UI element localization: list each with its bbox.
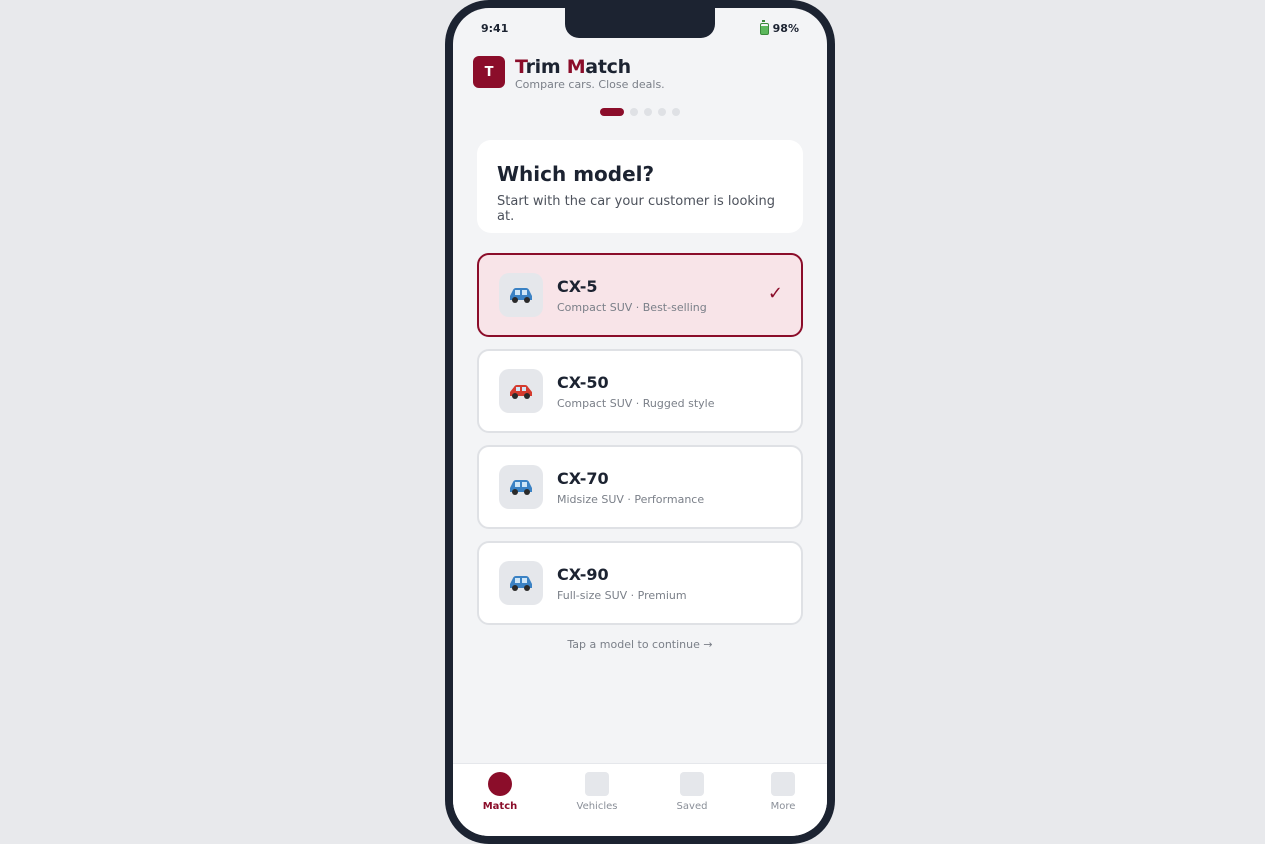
checkmark-icon: ✓ (767, 283, 783, 304)
model-option-cx-50[interactable]: CX-50 Compact SUV · Rugged style (477, 349, 803, 433)
brand-name-rest-1: rim (525, 56, 567, 78)
status-battery: 98% (759, 19, 799, 35)
question-title: Which model? (497, 162, 655, 186)
blue-car-icon (510, 288, 532, 303)
brand-name-accent-1: T (515, 56, 526, 78)
model-name: CX-70 (557, 469, 609, 488)
bottom-tab-bar: Match Vehicles Saved More (453, 763, 827, 836)
blue-car-icon (510, 576, 532, 591)
model-icon-box (499, 273, 543, 317)
tab-label: Vehicles (576, 801, 618, 812)
battery-icon (759, 19, 769, 35)
tab-saved[interactable]: Saved (662, 772, 722, 812)
step-dot (644, 108, 652, 116)
tab-match[interactable]: Match (470, 772, 530, 812)
battery-percent: 98% (772, 22, 799, 35)
model-option-cx-5[interactable]: CX-5 Compact SUV · Best-selling ✓ (477, 253, 803, 337)
model-description: Midsize SUV · Performance (557, 493, 705, 506)
tab-more[interactable]: More (753, 772, 813, 812)
brand-logo: T (473, 56, 505, 88)
saved-icon (680, 772, 704, 796)
model-icon-box (499, 465, 543, 509)
model-description: Compact SUV · Best-selling (557, 301, 707, 314)
tab-vehicles[interactable]: Vehicles (567, 772, 627, 812)
question-subtitle: Start with the car your customer is look… (497, 194, 776, 224)
model-name: CX-50 (557, 373, 609, 392)
blue-car-icon (510, 480, 532, 495)
red-car-icon (510, 385, 532, 399)
app-screen: 9:41 98% T Trim Match Compare cars. Clos… (453, 8, 827, 836)
step-dot-active (600, 108, 624, 116)
model-description: Full-size SUV · Premium (557, 589, 687, 602)
brand-name-rest-2: atch (585, 56, 631, 78)
phone-frame: 9:41 98% T Trim Match Compare cars. Clos… (445, 0, 835, 844)
step-dot (672, 108, 680, 116)
vehicles-icon (585, 772, 609, 796)
continue-hint: Tap a model to continue → (567, 638, 713, 651)
match-icon (488, 772, 512, 796)
tab-label: Match (482, 801, 518, 812)
question-card: Which model? Start with the car your cus… (477, 140, 803, 233)
model-name: CX-5 (557, 277, 598, 296)
step-dot (658, 108, 666, 116)
model-name: CX-90 (557, 565, 609, 584)
model-option-cx-70[interactable]: CX-70 Midsize SUV · Performance (477, 445, 803, 529)
notch (565, 8, 715, 38)
model-icon-box (499, 561, 543, 605)
brand-name-accent-2: M (566, 56, 586, 78)
tab-label: More (770, 801, 796, 812)
model-icon-box (499, 369, 543, 413)
step-dot (630, 108, 638, 116)
model-option-cx-90[interactable]: CX-90 Full-size SUV · Premium (477, 541, 803, 625)
step-indicator (600, 108, 680, 116)
more-icon (771, 772, 795, 796)
status-time: 9:41 (481, 22, 509, 35)
brand-tagline: Compare cars. Close deals. (515, 78, 665, 91)
brand-name: Trim Match (515, 56, 631, 78)
tab-label: Saved (676, 801, 708, 812)
model-description: Compact SUV · Rugged style (557, 397, 715, 410)
